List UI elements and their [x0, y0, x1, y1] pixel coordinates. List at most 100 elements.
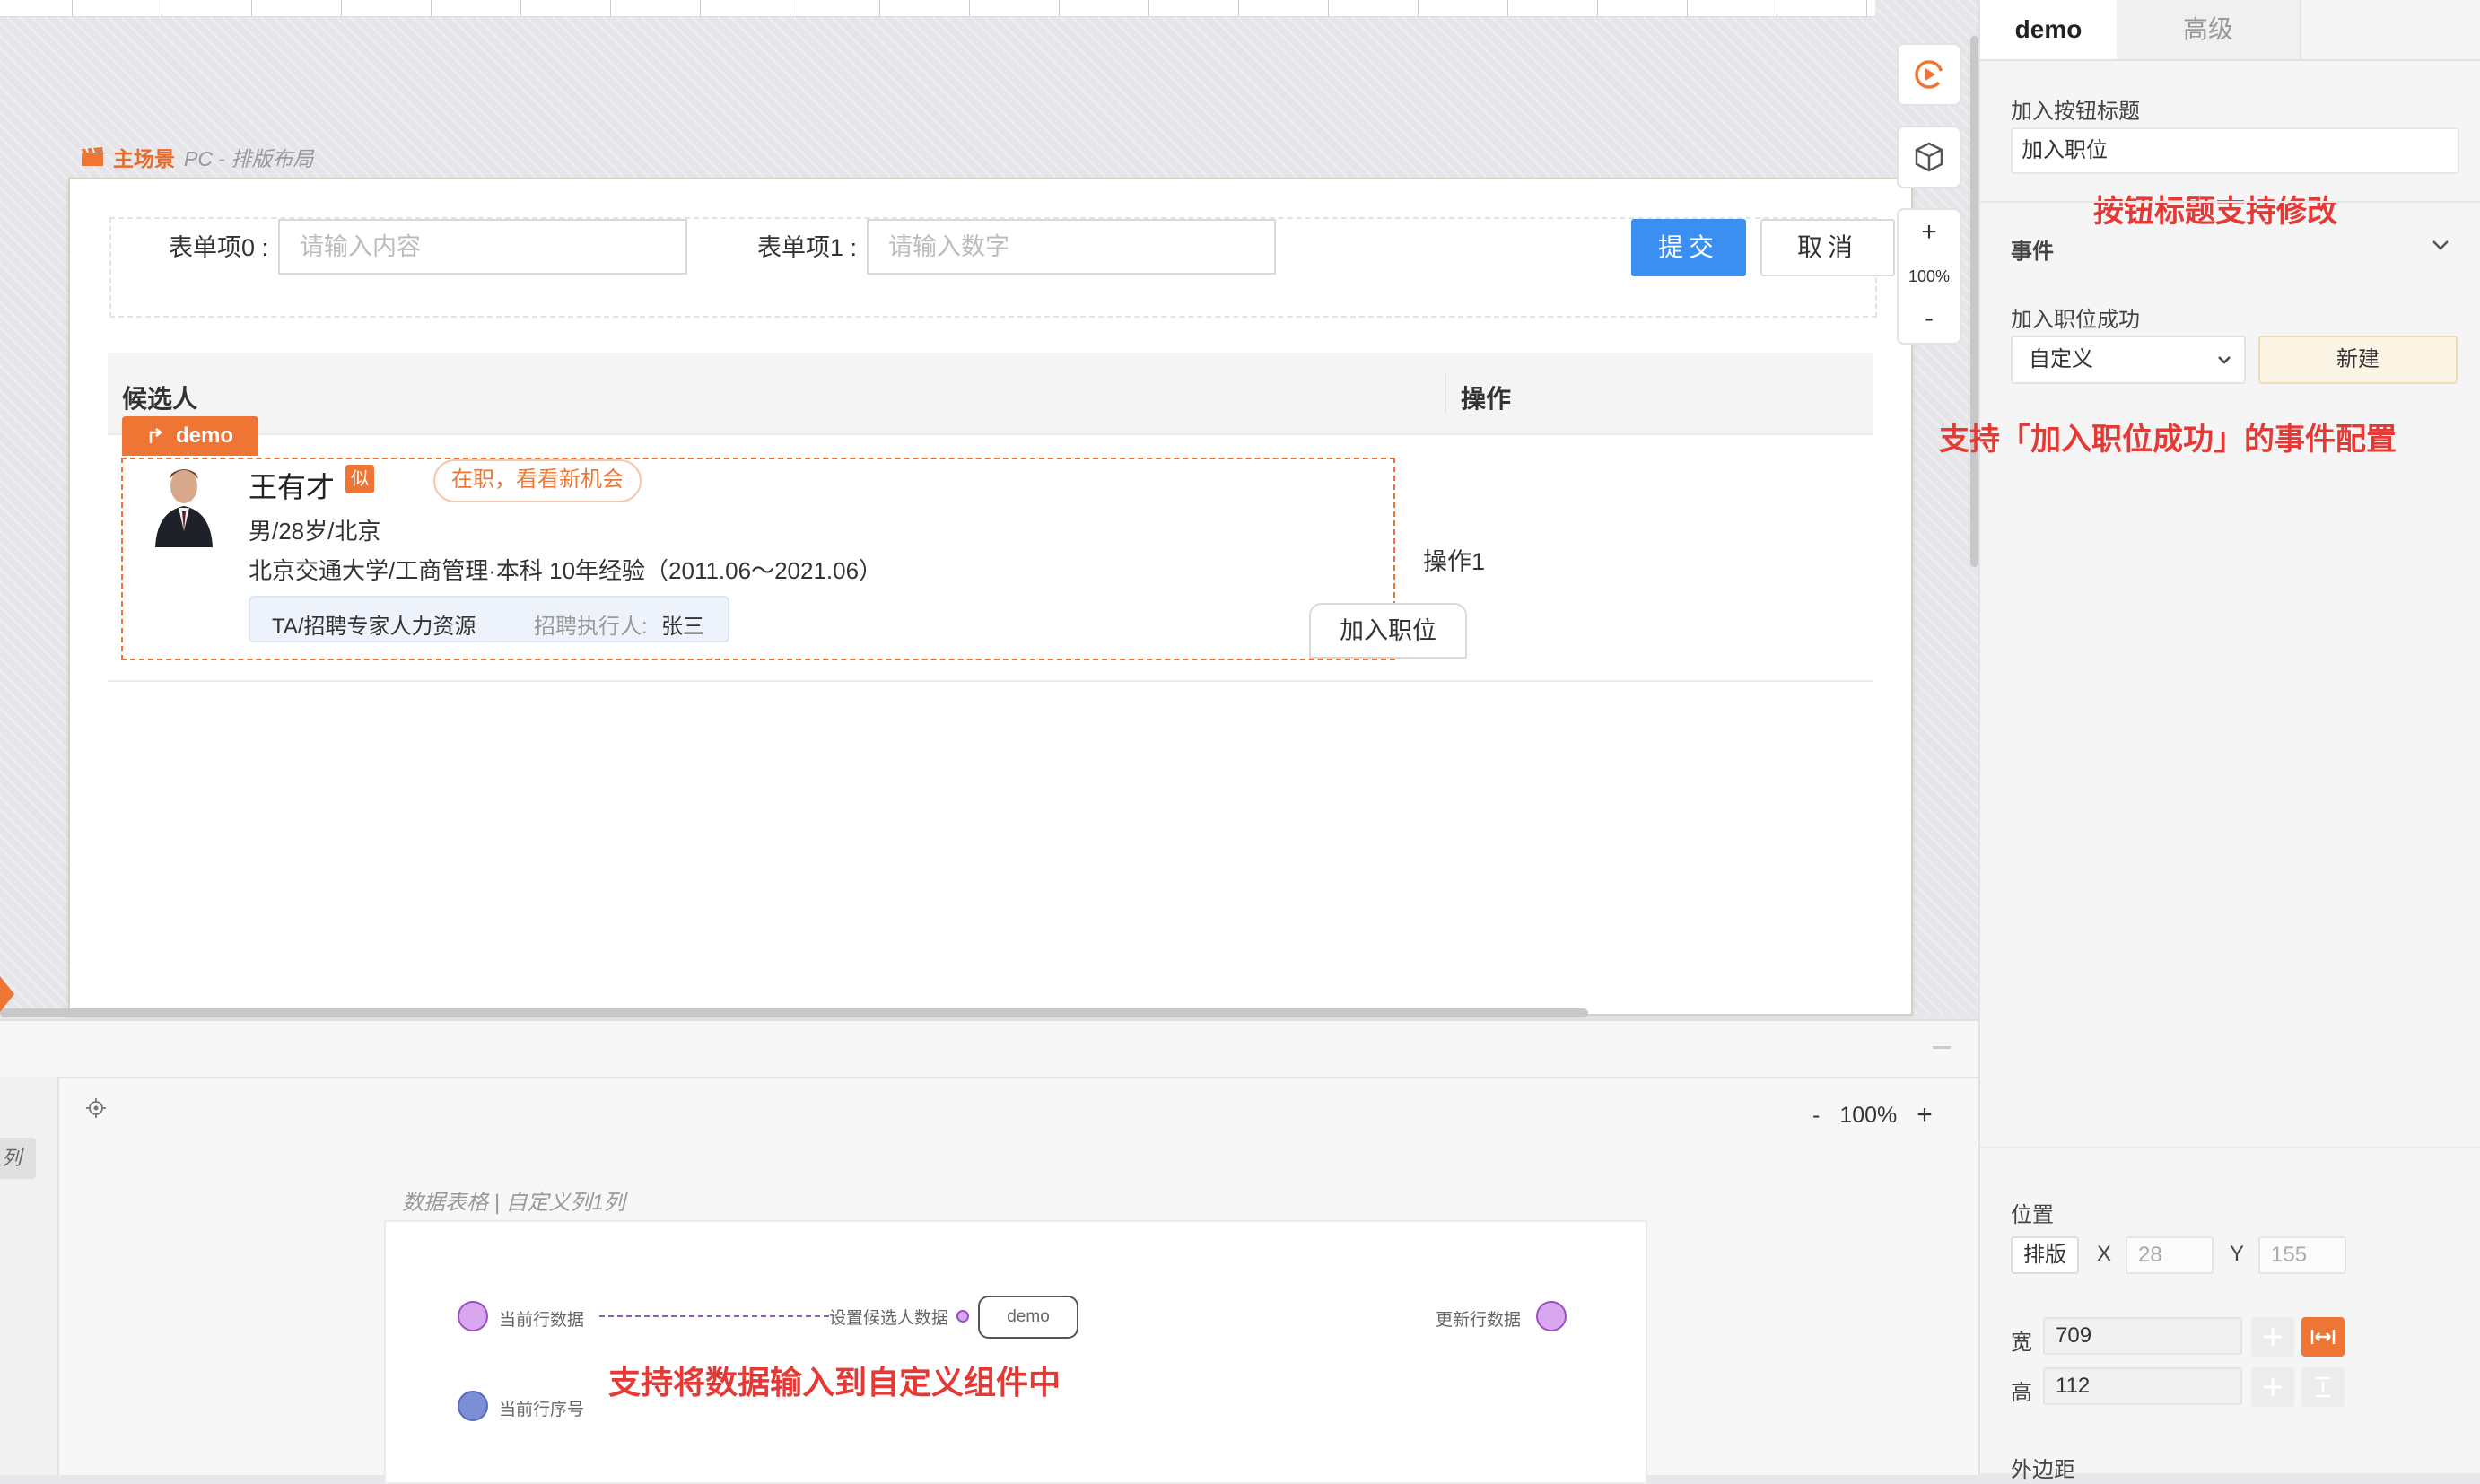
chevron-down-icon[interactable]	[2429, 233, 2452, 257]
port-set-candidate-data[interactable]	[956, 1310, 969, 1323]
annotation-button-title: 按钮标题支持修改	[2093, 195, 2337, 229]
ruler-tick	[1148, 0, 1149, 16]
button-title-label: 加入按钮标题	[2011, 100, 2140, 124]
property-panel: demo 高级 加入按钮标题 加入职位 按钮标题支持修改 事件 加入职位成功 自…	[1939, 0, 2480, 1482]
locate-icon[interactable]	[86, 1098, 106, 1118]
event-action-select[interactable]: 自定义	[2011, 336, 2246, 384]
collapse-handle[interactable]	[1933, 1046, 1951, 1049]
port-label-set-candidate: 设置候选人数据	[829, 1309, 949, 1328]
fill-height-button[interactable]	[2301, 1367, 2345, 1407]
recruiter-label: 招聘执行人:	[534, 615, 648, 639]
row-divider	[108, 680, 1873, 682]
port-label-current-row-data: 当前行数据	[499, 1311, 585, 1330]
form-field0-label: 表单项0 :	[169, 234, 269, 261]
join-position-button[interactable]: 加入职位	[1309, 603, 1467, 659]
candidate-badge: 似	[345, 465, 374, 493]
ruler-tick	[879, 0, 880, 16]
tab-demo[interactable]: demo	[1980, 0, 2118, 59]
ruler-tick	[251, 0, 252, 16]
x-input[interactable]: 28	[2126, 1236, 2214, 1274]
tab-advanced[interactable]: 高级	[2117, 0, 2301, 59]
demo-node[interactable]: demo	[978, 1296, 1078, 1339]
fill-width-icon	[2310, 1330, 2336, 1344]
column-header-operation: 操作	[1461, 385, 1512, 413]
select-parent-icon	[149, 428, 162, 443]
height-input[interactable]: 112	[2043, 1367, 2242, 1405]
preview-button[interactable]	[1897, 43, 1961, 106]
flow-card[interactable]: 当前行数据 设置候选人数据 demo 更新行数据 当前行序号 支持将数据输入到自…	[384, 1220, 1647, 1484]
fixed-width-button[interactable]	[2251, 1317, 2294, 1357]
avatar	[152, 459, 216, 547]
ruler-tick	[610, 0, 611, 16]
connection-line	[599, 1315, 829, 1317]
ruler-tick	[1866, 0, 1867, 16]
vertical-scrollbar[interactable]	[1970, 36, 1978, 567]
ruler-tick	[431, 0, 432, 16]
zoom-level: 100%	[1908, 267, 1951, 285]
component-3d-button[interactable]	[1897, 126, 1961, 188]
button-title-input[interactable]: 加入职位	[2011, 127, 2459, 174]
section-divider	[1980, 1147, 2480, 1148]
ruler-tick	[1059, 0, 1060, 16]
candidate-status-pill: 在职，看看新机会	[433, 459, 642, 502]
column-divider	[1445, 372, 1446, 414]
margin-section-title: 外边距	[2011, 1458, 2075, 1482]
port-current-row-data[interactable]	[458, 1301, 488, 1331]
fixed-width-icon	[2264, 1328, 2282, 1346]
column-header-candidate: 候选人	[122, 385, 198, 413]
candidate-card[interactable]: 王有才 似 在职，看看新机会 男/28岁/北京 北京交通大学/工商管理·本科 1…	[121, 458, 1467, 660]
sidebar-item-column[interactable]: 列	[0, 1138, 36, 1179]
ruler-tick	[700, 0, 701, 16]
event-join-success-label: 加入职位成功	[2011, 308, 2140, 332]
row-operation-link[interactable]: 操作1	[1423, 542, 1485, 577]
ruler-tick	[341, 0, 342, 16]
y-input[interactable]: 155	[2258, 1236, 2346, 1274]
annotation-data-input: 支持将数据输入到自定义组件中	[608, 1364, 1061, 1401]
submit-button[interactable]: 提交	[1631, 219, 1746, 276]
position-section-title: 位置	[2011, 1203, 2054, 1227]
port-update-row-data[interactable]	[1536, 1301, 1567, 1331]
recruiter-name: 张三	[661, 615, 704, 639]
play-circle-icon	[1915, 60, 1943, 89]
ruler-tick	[1687, 0, 1688, 16]
events-section-title: 事件	[2011, 240, 2054, 264]
form-field1-input[interactable]: 请输入数字	[867, 219, 1276, 275]
x-label: X	[2097, 1242, 2112, 1266]
ruler-tick	[1507, 0, 1508, 16]
logic-zoom-out-button[interactable]: -	[1812, 1103, 1820, 1129]
chevron-down-icon	[2218, 356, 2231, 364]
fixed-height-icon	[2264, 1378, 2282, 1396]
design-canvas[interactable]: 主场景 PC - 排版布局 表单项0 : 请输入内容 表单项1 : 请输入数字 …	[0, 0, 1978, 1017]
width-label: 宽	[2011, 1331, 2032, 1355]
logic-editor-header	[0, 1021, 1978, 1078]
form-field1-label: 表单项1 :	[757, 234, 858, 261]
form-field0-input[interactable]: 请输入内容	[278, 219, 687, 275]
fill-width-button[interactable]	[2301, 1317, 2345, 1357]
candidate-basic-info: 男/28岁/北京	[249, 518, 381, 545]
scene-label: 主场景 PC - 排版布局	[81, 144, 313, 170]
logic-editor: 列 - 100% + 数据表格 | 自定义列1列 当前行数据 设置候选人数据 d…	[0, 1019, 1978, 1484]
search-form: 表单项0 : 请输入内容 表单项1 : 请输入数字 提交 取消	[109, 217, 1895, 318]
new-event-button[interactable]: 新建	[2258, 336, 2458, 384]
ruler-tick	[1328, 0, 1329, 16]
cancel-button[interactable]: 取消	[1760, 219, 1895, 276]
logic-zoom-in-button[interactable]: +	[1917, 1100, 1933, 1130]
horizontal-scrollbar[interactable]	[0, 1008, 1588, 1017]
cube-icon	[1915, 142, 1943, 172]
scene-subtitle: PC - 排版布局	[184, 147, 314, 170]
width-input[interactable]: 709	[2043, 1317, 2242, 1355]
zoom-out-button[interactable]: -	[1899, 303, 1960, 334]
port-label-current-row-index: 当前行序号	[499, 1401, 585, 1419]
port-current-row-index[interactable]	[458, 1391, 488, 1421]
fixed-height-button[interactable]	[2251, 1367, 2294, 1407]
fill-height-icon	[2316, 1376, 2330, 1398]
logic-zoom-level: 100%	[1839, 1102, 1898, 1128]
event-select-value: 自定义	[2029, 347, 2093, 371]
component-selection-tag[interactable]: demo	[122, 416, 258, 456]
ruler-tick	[72, 0, 73, 16]
zoom-in-button[interactable]: +	[1899, 217, 1960, 248]
candidate-name: 王有才	[249, 471, 336, 503]
layout-mode-button[interactable]: 排版	[2011, 1236, 2079, 1274]
scene-main-title: 主场景	[113, 147, 175, 170]
candidate-education: 北京交通大学/工商管理·本科 10年经验（2011.06～2021.06）	[249, 557, 883, 584]
